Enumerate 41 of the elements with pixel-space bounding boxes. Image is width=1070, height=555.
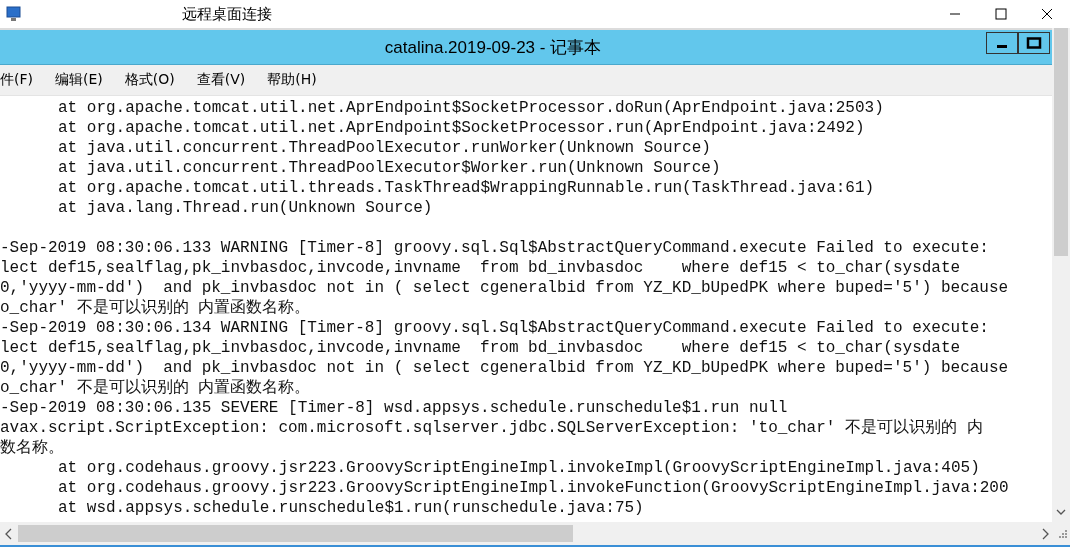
log-line: o_char' 不是可以识别的 内置函数名称。 xyxy=(0,378,311,398)
maximize-icon xyxy=(1026,37,1042,49)
chevron-right-icon[interactable] xyxy=(1040,527,1050,540)
log-line: at org.apache.tomcat.util.threads.TaskThread$WrappingRunnable.run(TaskThread.java:61) xyxy=(58,178,875,198)
menu-item[interactable]: 编辑(E) xyxy=(55,71,103,89)
log-line: at org.apache.tomcat.util.net.AprEndpoint$SocketProcessor.run(AprEndpoint.java:2492) xyxy=(58,118,865,138)
close-icon xyxy=(1041,8,1053,20)
minimize-button[interactable] xyxy=(986,32,1018,54)
log-line: -Sep-2019 08:30:06.134 WARNING [Timer-8] groovy.sql.Sql$AbstractQueryCommand.execute Failed to execute: xyxy=(0,318,989,338)
log-line: at java.lang.Thread.run(Unknown Source) xyxy=(58,198,433,218)
log-line: 0,'yyyy-mm-dd') and pk_invbasdoc not in ( select cgeneralbid from YZ_KD_bUpedPK where buped='5') because xyxy=(0,278,1009,298)
log-line: at java.util.concurrent.ThreadPoolExecutor.runWorker(Unknown Source) xyxy=(58,138,711,158)
menu-item[interactable]: 件(F) xyxy=(0,71,33,89)
maximize-button[interactable] xyxy=(1018,32,1050,54)
log-line: -Sep-2019 08:30:06.133 WARNING [Timer-8] groovy.sql.Sql$AbstractQueryCommand.execute Failed to execute: xyxy=(0,238,989,258)
log-line: lect def15,sealflag,pk_invbasdoc,invcode,invname from bd_invbasdoc where def15 < to_char(sysdate xyxy=(0,338,961,358)
chevron-left-icon[interactable] xyxy=(4,527,14,540)
log-line: at org.apache.tomcat.util.net.AprEndpoint$SocketProcessor.doRun(AprEndpoint.java:2503) xyxy=(58,98,884,118)
maximize-icon xyxy=(995,8,1007,20)
menu-item[interactable]: 格式(O) xyxy=(124,71,175,89)
menu-item[interactable]: 查看(V) xyxy=(196,71,246,89)
log-line: at wsd.appsys.schedule.runschedule$1.run(runschedule.java:75) xyxy=(58,498,644,518)
scroll-thumb[interactable] xyxy=(1054,28,1068,256)
horizontal-scrollbar[interactable] xyxy=(0,522,1070,545)
vertical-scrollbar[interactable] xyxy=(1052,28,1070,522)
log-line: avax.script.ScriptException: com.microsoft.sqlserver.jdbc.SQLServerException: 'to_char' 不是可以识别的 内 xyxy=(0,418,983,438)
log-line: o_char' 不是可以识别的 内置函数名称。 xyxy=(0,298,311,318)
minimize-icon xyxy=(997,44,1007,48)
menu-item[interactable]: 帮助(H) xyxy=(267,71,317,89)
scroll-thumb[interactable] xyxy=(18,525,573,542)
log-line: lect def15,sealflag,pk_invbasdoc,invcode,invname from bd_invbasdoc where def15 < to_char(sysdate xyxy=(0,258,961,278)
log-line: at java.util.concurrent.ThreadPoolExecutor$Worker.run(Unknown Source) xyxy=(58,158,721,178)
chevron-down-icon[interactable] xyxy=(1056,508,1066,516)
log-line: 数名称。 xyxy=(0,438,64,458)
window-title: 远程桌面连接 xyxy=(182,4,272,24)
log-line: at org.codehaus.groovy.jsr223.GroovyScriptEngineImpl.invokeFunction(GroovyScriptEngineImpl.java:200 xyxy=(58,478,1009,498)
monitor-icon xyxy=(6,6,22,22)
log-line: 0,'yyyy-mm-dd') and pk_invbasdoc not in ( select cgeneralbid from YZ_KD_bUpedPK where buped='5') because xyxy=(0,358,1009,378)
log-line: at org.codehaus.groovy.jsr223.GroovyScriptEngineImpl.invokeImpl(GroovyScriptEngineImpl.java:405) xyxy=(58,458,980,478)
notepad-title: catalina.2019-09-23 - 记事本 xyxy=(383,36,603,59)
log-line: -Sep-2019 08:30:06.135 SEVERE [Timer-8] wsd.appsys.schedule.runschedule$1.run null xyxy=(0,398,788,418)
